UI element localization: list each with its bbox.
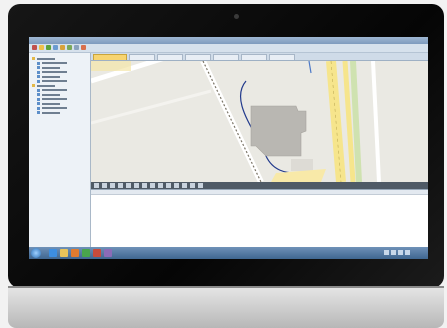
zoom-in-icon[interactable]	[102, 183, 107, 188]
sidebar-tree-item[interactable]	[32, 84, 55, 87]
browser-icon[interactable]	[82, 249, 90, 257]
app-icon[interactable]	[104, 249, 112, 257]
sidebar-tree-item[interactable]	[32, 57, 55, 60]
draw-polygon-icon[interactable]	[142, 183, 147, 188]
sidebar-tree-item[interactable]	[37, 79, 67, 83]
taskbar	[29, 247, 428, 259]
sidebar-tree-item[interactable]	[37, 97, 67, 101]
layer-icon	[37, 79, 40, 83]
save-icon[interactable]	[46, 45, 51, 50]
tab-strip	[91, 53, 428, 61]
edit-icon[interactable]	[150, 183, 155, 188]
refresh-icon[interactable]	[53, 45, 58, 50]
tab-0[interactable]	[93, 54, 127, 60]
sidebar-tree-item[interactable]	[37, 70, 67, 74]
grid-header	[91, 190, 428, 195]
folder-icon[interactable]	[60, 249, 68, 257]
tab-2[interactable]	[157, 54, 183, 60]
media-icon[interactable]	[71, 249, 79, 257]
sidebar-item-label	[42, 111, 60, 114]
map-highlight	[91, 61, 131, 71]
sidebar-tree-item[interactable]	[37, 88, 67, 92]
sidebar-tree-item[interactable]	[37, 111, 60, 114]
start-button[interactable]	[31, 248, 41, 258]
tray-icon[interactable]	[391, 250, 396, 255]
select-icon[interactable]	[118, 183, 123, 188]
print-icon[interactable]	[74, 45, 79, 50]
identify-icon[interactable]	[174, 183, 179, 188]
sidebar-item-label	[42, 80, 67, 82]
map-toolbar	[91, 182, 428, 189]
app-logo-icon[interactable]	[32, 45, 37, 50]
layer-icon	[37, 75, 40, 78]
sidebar-tree-item[interactable]	[37, 61, 67, 65]
window-title-bar[interactable]	[29, 37, 428, 44]
delete-icon[interactable]	[158, 183, 163, 188]
layer-tree-sidebar	[29, 53, 91, 247]
sidebar-tree-item[interactable]	[37, 102, 60, 105]
sidebar-item-label	[37, 57, 55, 60]
sidebar-item-label	[42, 75, 60, 78]
sidebar-tree-item[interactable]	[37, 75, 60, 78]
tray-icon[interactable]	[405, 250, 410, 255]
screen	[29, 37, 428, 259]
layer-icon	[37, 102, 40, 105]
layer-icon	[37, 93, 40, 96]
webcam-icon	[234, 14, 239, 19]
map-parking	[291, 159, 313, 171]
ie-icon[interactable]	[49, 249, 57, 257]
layer-icon	[37, 88, 40, 92]
sidebar-tree-item[interactable]	[37, 93, 60, 96]
layer-icon	[37, 70, 40, 74]
sidebar-item-label	[42, 71, 67, 73]
draw-line-icon[interactable]	[134, 183, 139, 188]
tab-5[interactable]	[241, 54, 267, 60]
layers-icon[interactable]	[166, 183, 171, 188]
help-icon[interactable]	[81, 45, 86, 50]
tray-icon[interactable]	[384, 250, 389, 255]
sidebar-item-label	[42, 66, 60, 69]
app-icon[interactable]	[93, 249, 101, 257]
main-toolbar	[29, 44, 428, 53]
print-icon[interactable]	[190, 183, 195, 188]
sidebar-tree-item[interactable]	[37, 66, 60, 69]
attribute-grid[interactable]	[91, 189, 428, 248]
tab-1[interactable]	[129, 54, 155, 60]
folder-icon	[32, 57, 35, 60]
layer-icon	[37, 106, 40, 110]
sidebar-item-label	[42, 98, 67, 100]
sidebar-item-label	[42, 62, 67, 64]
map-building	[250, 105, 307, 157]
fullscreen-icon[interactable]	[198, 183, 203, 188]
folder-icon	[32, 84, 35, 87]
layer-icon	[37, 61, 40, 65]
monitor-chin	[8, 288, 444, 328]
layer-icon	[37, 66, 40, 69]
pan-icon[interactable]	[94, 183, 99, 188]
settings-icon[interactable]	[67, 45, 72, 50]
sidebar-item-label	[42, 102, 60, 105]
map-view[interactable]	[91, 61, 428, 182]
tab-6[interactable]	[269, 54, 295, 60]
layer-icon	[37, 111, 40, 114]
measure-icon[interactable]	[126, 183, 131, 188]
sidebar-item-label	[42, 107, 67, 109]
open-icon[interactable]	[39, 45, 44, 50]
tray-icon[interactable]	[398, 250, 403, 255]
export-icon[interactable]	[182, 183, 187, 188]
sidebar-tree-item[interactable]	[37, 106, 67, 110]
zoom-out-icon[interactable]	[110, 183, 115, 188]
zoom-icon[interactable]	[60, 45, 65, 50]
sidebar-item-label	[37, 84, 55, 87]
tab-3[interactable]	[185, 54, 211, 60]
sidebar-item-label	[42, 93, 60, 96]
tab-4[interactable]	[213, 54, 239, 60]
layer-icon	[37, 97, 40, 101]
sidebar-item-label	[42, 89, 67, 91]
